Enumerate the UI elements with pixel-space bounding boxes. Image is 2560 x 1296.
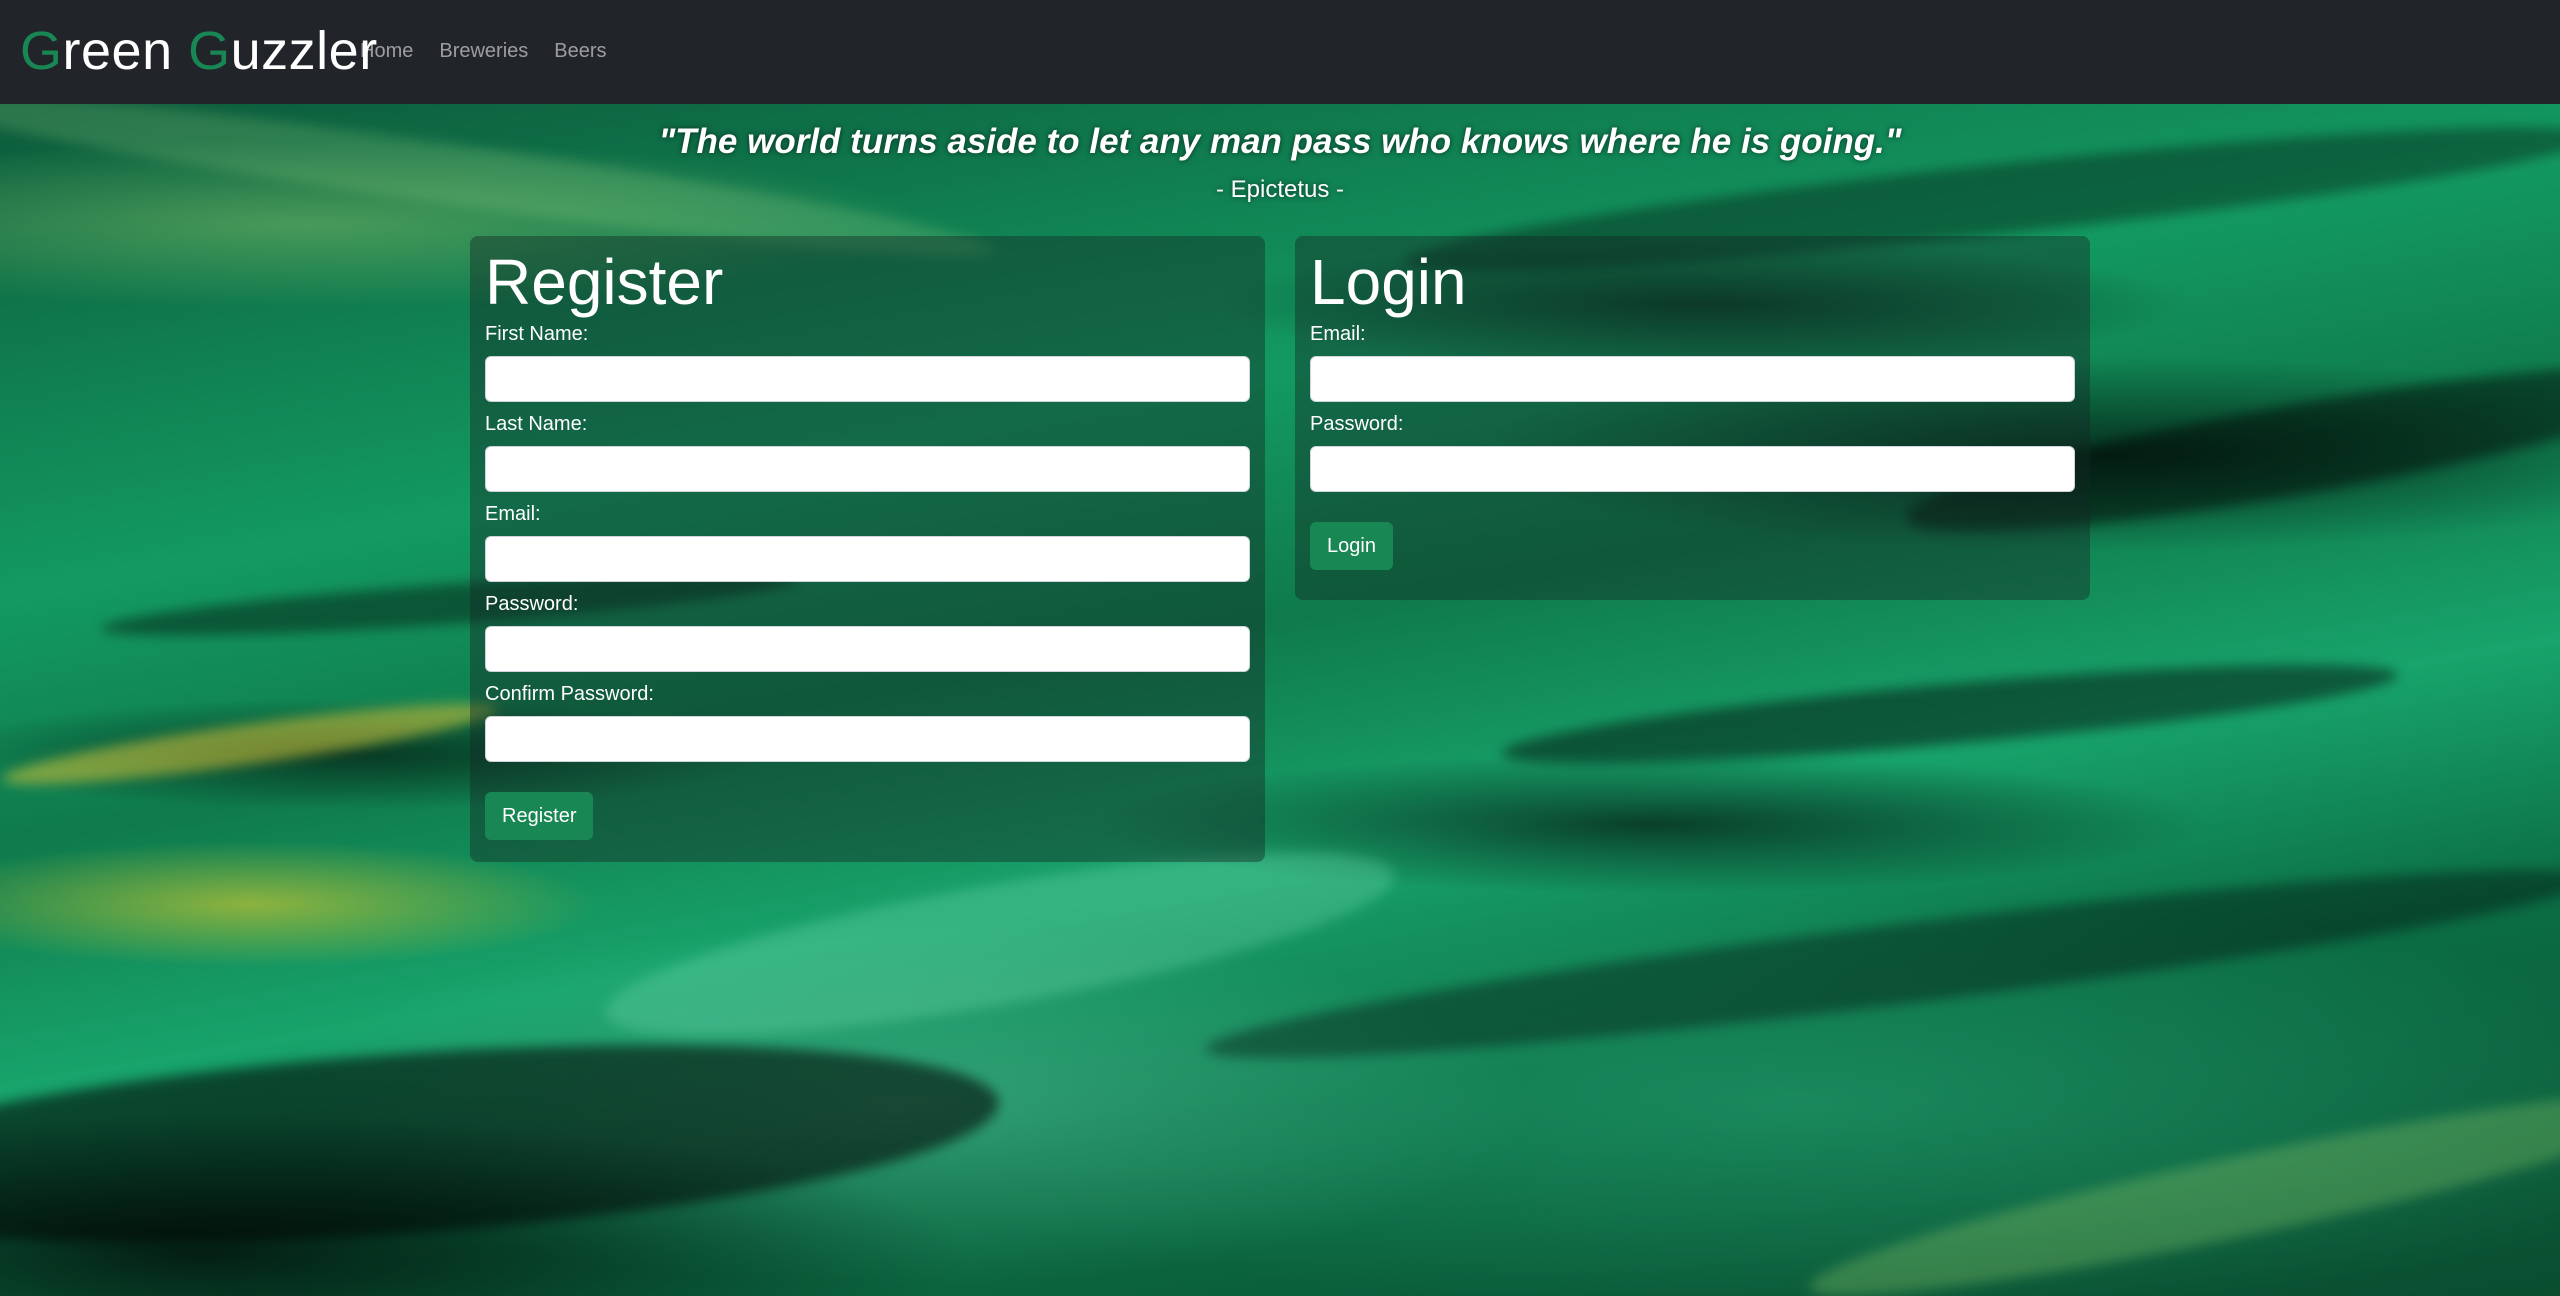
- login-email-label: Email:: [1310, 323, 1366, 345]
- first-name-input[interactable]: [485, 356, 1250, 402]
- register-title: Register: [485, 246, 724, 318]
- brand-initial-g: G: [188, 21, 231, 81]
- last-name-input[interactable]: [485, 446, 1250, 492]
- first-name-label: First Name:: [485, 323, 589, 345]
- register-password-input[interactable]: [485, 626, 1250, 672]
- login-password-label: Password:: [1310, 413, 1404, 435]
- register-email-input[interactable]: [485, 536, 1250, 582]
- login-email-input[interactable]: [1310, 356, 2075, 402]
- login-button[interactable]: Login: [1310, 522, 1393, 570]
- nav-link-breweries[interactable]: Breweries: [425, 36, 528, 66]
- login-password-input[interactable]: [1310, 446, 2075, 492]
- register-password-label: Password:: [485, 593, 579, 615]
- brand-initial-g: G: [20, 21, 63, 81]
- login-panel: Login Email: Password: Login: [1295, 236, 2090, 600]
- hero-quote: "The world turns aside to let any man pa…: [658, 122, 1902, 161]
- nav-link-home[interactable]: Home: [346, 36, 413, 66]
- last-name-label: Last Name:: [485, 413, 588, 435]
- brand-logo[interactable]: Green Guzzler: [20, 18, 378, 84]
- nav-links: Home Breweries Beers: [346, 36, 619, 66]
- register-panel: Register First Name: Last Name: Email: P…: [470, 236, 1265, 862]
- hero-quote-author: - Epictetus -: [1215, 176, 1345, 203]
- confirm-password-label: Confirm Password:: [485, 683, 654, 705]
- register-button[interactable]: Register: [485, 792, 594, 840]
- nav-link-beers[interactable]: Beers: [540, 36, 606, 66]
- brand-word-rest: reen: [62, 21, 173, 81]
- confirm-password-input[interactable]: [485, 716, 1250, 762]
- login-title: Login: [1310, 246, 1467, 318]
- register-email-label: Email:: [485, 503, 541, 525]
- top-navbar: Green Guzzler Home Breweries Beers: [0, 0, 2560, 104]
- background-image: [0, 104, 2560, 1296]
